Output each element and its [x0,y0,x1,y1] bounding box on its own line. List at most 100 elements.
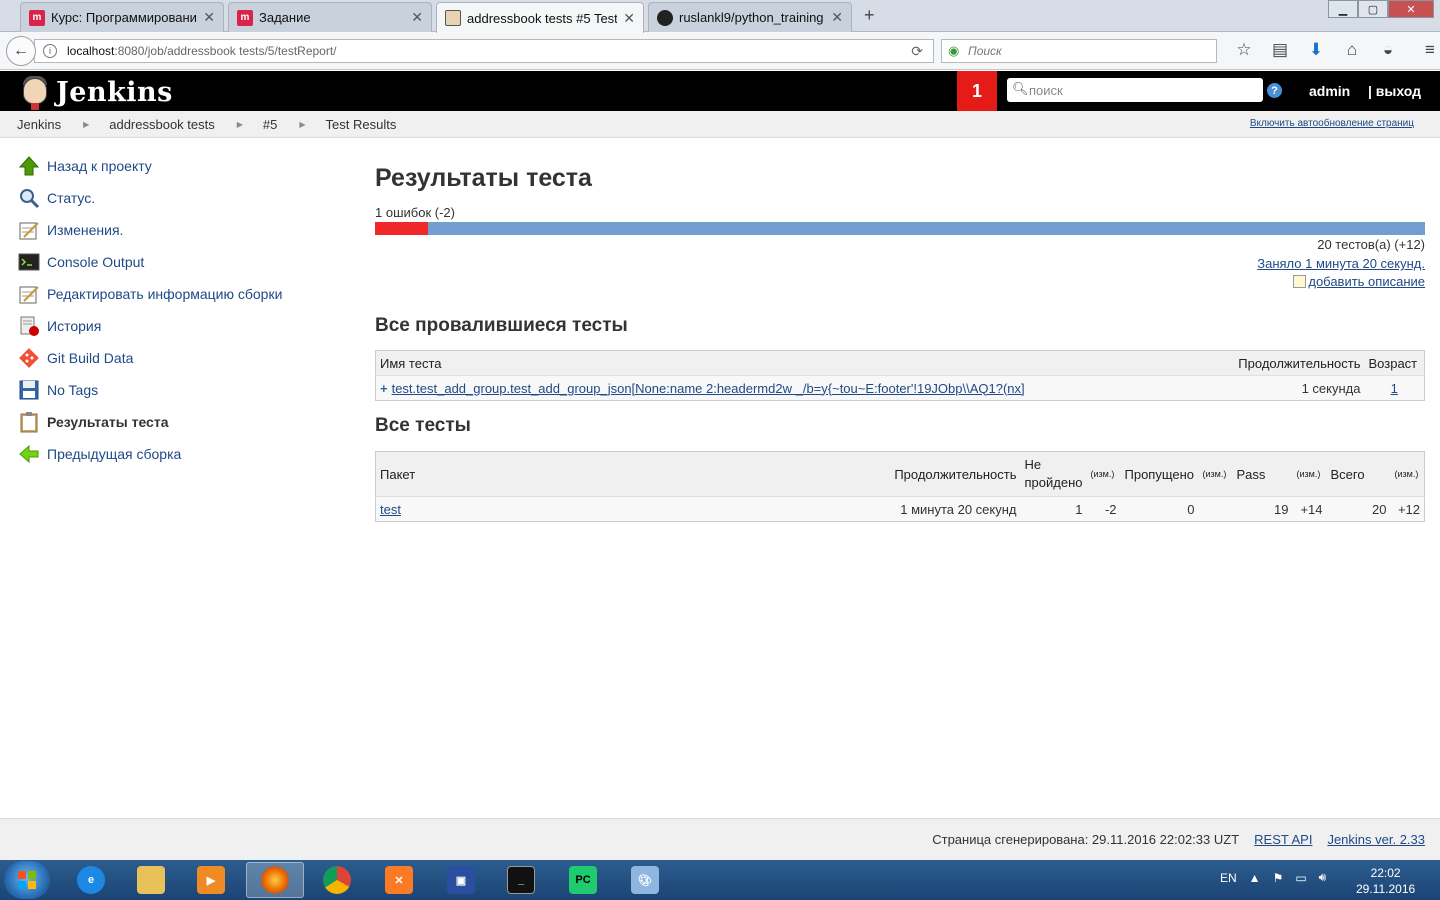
floppy-icon [19,380,39,400]
jenkins-version-link[interactable]: Jenkins ver. 2.33 [1327,832,1425,847]
system-clock[interactable]: 22:02 29.11.2016 [1356,865,1415,897]
column-age[interactable]: Возраст [1364,350,1425,376]
close-icon[interactable]: ✕ [203,9,215,26]
taskbar-media-player[interactable]: ▶ [182,862,240,898]
language-indicator[interactable]: EN [1220,871,1237,885]
taskbar-explorer[interactable] [122,862,180,898]
package-pass-diff: +14 [1292,496,1327,522]
taskbar-xampp[interactable]: ✕ [370,862,428,898]
failed-test-link[interactable]: test.test_add_group.test_add_group_json[… [392,381,1025,396]
browser-tab-jenkins[interactable]: addressbook tests #5 Test ... ✕ [436,2,644,33]
column-package[interactable]: Пакет [375,451,891,497]
download-icon[interactable]: ⬇ [1298,40,1334,60]
sidebar-item-edit-build-info[interactable]: Редактировать информацию сборки [18,278,338,310]
internet-explorer-icon: e [77,866,105,894]
sidebar-item-console-output[interactable]: Console Output [18,246,338,278]
action-center-icon[interactable]: ⚑ [1273,871,1284,885]
column-skipped-diff[interactable]: (изм.) [1198,451,1233,497]
clock-time: 22:02 [1370,866,1401,880]
duration-link[interactable]: Заняло 1 минута 20 секунд. [1257,256,1425,271]
network-icon[interactable]: ▭ [1295,871,1306,885]
taskbar-cmd[interactable]: _ [492,862,550,898]
breadcrumb-test-results[interactable]: Test Results [326,117,397,132]
sidebar-item-changes[interactable]: Изменения. [18,214,338,246]
breadcrumb-jenkins[interactable]: Jenkins [17,117,61,132]
reading-list-icon[interactable]: ▤ [1262,40,1298,60]
sidebar-item-label: Назад к проекту [47,158,152,174]
jenkins-search-input[interactable]: 🔍︎ поиск [1007,78,1263,102]
column-failed[interactable]: Не пройдено [1020,451,1087,497]
sidebar-item-git-build-data[interactable]: Git Build Data [18,342,338,374]
browser-tab-course[interactable]: m Курс: Программировани... ✕ [20,2,224,32]
logout-link[interactable]: | выход [1368,83,1421,99]
info-icon[interactable]: i [43,44,57,58]
pycharm-icon: PC [569,866,597,894]
package-link[interactable]: test [380,502,401,517]
close-icon[interactable]: ✕ [411,9,423,26]
history-icon [20,316,39,336]
browser-search-input[interactable]: ◉ Поиск [941,39,1217,63]
column-duration[interactable]: Продолжительность [1234,350,1365,376]
rest-api-link[interactable]: REST API [1254,832,1312,847]
url-bar[interactable]: i localhost:8080/job/addressbook tests/5… [34,39,934,63]
taskbar-chrome[interactable] [308,862,366,898]
sidebar-item-test-results[interactable]: Результаты теста [18,406,338,438]
maximize-button[interactable]: ▢ [1358,0,1388,18]
chevron-right-icon[interactable]: ▶ [83,120,89,129]
start-button[interactable] [4,861,50,899]
sidebar-item-no-tags[interactable]: No Tags [18,374,338,406]
taskbar-firefox[interactable] [246,862,304,898]
new-tab-button[interactable]: + [864,5,875,26]
breadcrumb-job[interactable]: addressbook tests [109,117,215,132]
column-pass-diff[interactable]: (изм.) [1292,451,1327,497]
column-test-name[interactable]: Имя теста [375,350,1235,376]
column-duration[interactable]: Продолжительность [890,451,1021,497]
taskbar-save-app[interactable]: ▣ [432,862,490,898]
chrome-icon [323,866,351,894]
failed-test-age-link[interactable]: 1 [1391,381,1398,396]
pocket-icon[interactable]: ◒ [1370,40,1406,60]
column-total-diff[interactable]: (изм.) [1390,451,1425,497]
taskbar-paint[interactable]: 🎨︎ [616,862,674,898]
close-icon[interactable]: ✕ [831,9,843,26]
tray-arrow-icon[interactable]: ▲ [1249,871,1261,885]
browser-tab-task[interactable]: m Задание ✕ [228,2,432,32]
m-icon: m [29,9,45,26]
reload-icon[interactable]: ⟳ [911,43,923,60]
package-skipped-diff [1198,496,1233,522]
user-link[interactable]: admin [1309,83,1350,99]
bookmark-star-icon[interactable]: ☆ [1226,40,1262,60]
back-button[interactable]: ← [6,36,36,66]
window-close-button[interactable]: ✕ [1388,0,1434,18]
taskbar-pycharm[interactable]: PC [554,862,612,898]
jenkins-logo[interactable]: Jenkins [18,74,173,110]
volume-icon[interactable]: 🔊︎ [1319,870,1327,885]
column-skipped[interactable]: Пропущено [1120,451,1199,497]
sidebar: Назад к проекту Статус. Изменения. Conso… [18,150,338,470]
browser-tab-strip: m Курс: Программировани... ✕ m Задание ✕… [0,0,1440,33]
browser-tab-github[interactable]: ruslankl9/python_training ✕ [648,2,852,32]
sidebar-item-history[interactable]: История [18,310,338,342]
page-title: Результаты теста [375,164,592,192]
add-description-link[interactable]: добавить описание [1308,274,1425,289]
chevron-right-icon[interactable]: ▶ [237,120,243,129]
column-total[interactable]: Всего [1326,451,1391,497]
sidebar-item-status[interactable]: Статус. [18,182,338,214]
breadcrumb-build[interactable]: #5 [263,117,277,132]
menu-icon[interactable]: ≡ [1412,40,1440,60]
help-icon[interactable]: ? [1267,83,1282,98]
column-pass[interactable]: Pass [1232,451,1293,497]
search-engine-icon: ◉ [948,43,960,58]
autorefresh-link[interactable]: Включить автообновление страниц [1250,118,1414,129]
close-icon[interactable]: ✕ [623,10,635,27]
notification-badge[interactable]: 1 [957,71,997,111]
sidebar-item-back-to-project[interactable]: Назад к проекту [18,150,338,182]
column-failed-diff[interactable]: (изм.) [1086,451,1121,497]
tab-title: Курс: Программировани... [51,10,198,25]
minimize-button[interactable]: ▁ [1328,0,1358,18]
home-icon[interactable]: ⌂ [1334,40,1370,60]
expand-icon[interactable]: + [380,381,388,396]
sidebar-item-previous-build[interactable]: Предыдущая сборка [18,438,338,470]
taskbar-ie[interactable]: e [62,862,120,898]
chevron-right-icon[interactable]: ▶ [299,120,305,129]
